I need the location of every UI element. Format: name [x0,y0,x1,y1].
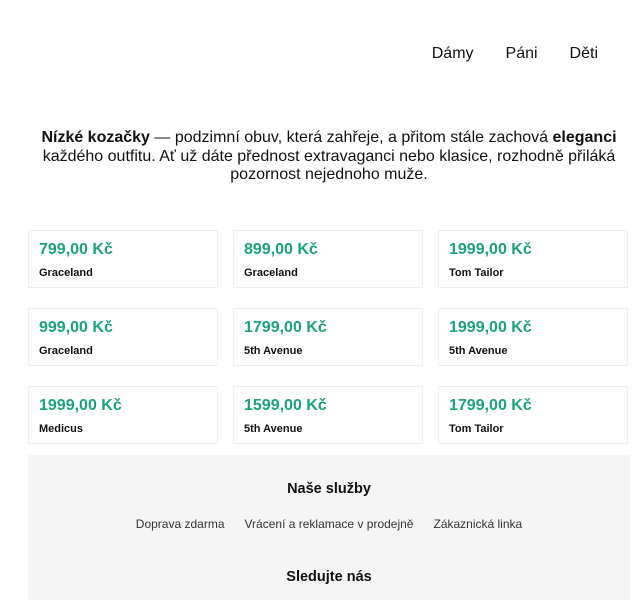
nav-item-damy[interactable]: Dámy [432,44,474,64]
product-price: 799,00 Kč [39,241,113,258]
product-price: 899,00 Kč [244,241,318,258]
product-price: 1799,00 Kč [244,319,327,336]
product-price: 1999,00 Kč [449,241,532,258]
product-card[interactable]: 1799,00 Kč 5th Avenue [233,308,423,366]
intro-bold-title: Nízké kozačky [41,129,150,146]
service-link-customer-line[interactable]: Zákaznická linka [433,517,522,531]
product-brand: Medicus [39,423,84,435]
product-brand: Tom Tailor [449,267,504,279]
services-heading: Naše služby [287,481,371,497]
intro-text-2: každého outfitu. Ať už dáte přednost ext… [42,147,616,184]
footer: Naše služby Doprava zdarma Vrácení a rek… [28,455,630,600]
product-price: 1799,00 Kč [449,397,532,414]
product-grid: 799,00 Kč Graceland 899,00 Kč Graceland … [28,230,630,444]
product-card[interactable]: 1999,00 Kč Medicus [28,386,218,444]
services-links: Doprava zdarma Vrácení a reklamace v pro… [28,517,630,531]
product-price: 1599,00 Kč [244,397,327,414]
product-brand: Tom Tailor [449,423,504,435]
product-price: 1999,00 Kč [449,319,532,336]
product-brand: Graceland [39,345,93,357]
product-card[interactable]: 1999,00 Kč 5th Avenue [438,308,628,366]
product-brand: Graceland [244,267,298,279]
service-link-free-shipping[interactable]: Doprava zdarma [136,517,225,531]
intro-bold-elegance: eleganci [552,129,617,146]
nav-item-pani[interactable]: Páni [506,44,538,64]
product-card[interactable]: 999,00 Kč Graceland [28,308,218,366]
nav-item-deti[interactable]: Děti [570,44,598,64]
product-card[interactable]: 799,00 Kč Graceland [28,230,218,288]
product-card[interactable]: 899,00 Kč Graceland [233,230,423,288]
product-brand: 5th Avenue [244,345,303,357]
intro-text-1: — podzimní obuv, která zahřeje, a přitom… [149,129,553,146]
top-navigation: Dámy Páni Děti [432,44,598,64]
product-brand: 5th Avenue [449,345,508,357]
product-brand: Graceland [39,267,93,279]
product-card[interactable]: 1999,00 Kč Tom Tailor [438,230,628,288]
product-price: 1999,00 Kč [39,397,122,414]
service-link-returns[interactable]: Vrácení a reklamace v prodejně [245,517,414,531]
product-price: 999,00 Kč [39,319,113,336]
category-description: Nízké kozačky — podzimní obuv, která zah… [30,129,628,185]
product-card[interactable]: 1599,00 Kč 5th Avenue [233,386,423,444]
follow-us-heading: Sledujte nás [286,569,372,585]
product-card[interactable]: 1799,00 Kč Tom Tailor [438,386,628,444]
product-brand: 5th Avenue [244,423,303,435]
